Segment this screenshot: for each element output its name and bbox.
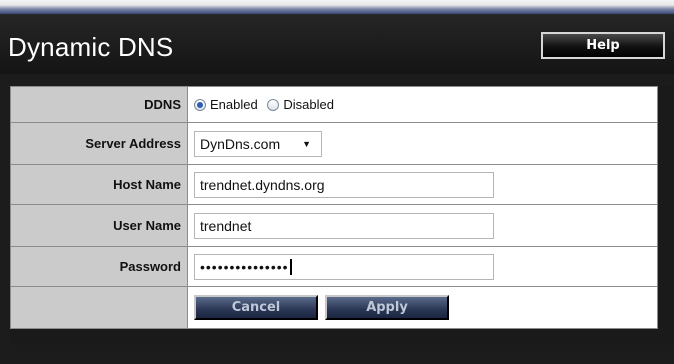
ddns-settings-form: DDNS Enabled Disabled Server Address Dyn…: [10, 86, 658, 329]
server-address-value: DynDns.com: [200, 135, 281, 152]
server-address-select[interactable]: DynDns.com ▼: [194, 130, 322, 157]
ddns-enabled-label[interactable]: Enabled: [210, 97, 258, 112]
password-label: Password: [10, 246, 188, 287]
password-input[interactable]: •••••••••••••••: [194, 253, 494, 280]
user-name-field: [187, 204, 658, 247]
page-header: Dynamic DNS Help: [0, 14, 674, 74]
ddns-row: DDNS Enabled Disabled: [10, 86, 658, 123]
ddns-disabled-radio[interactable]: [267, 99, 280, 111]
ddns-disabled-label[interactable]: Disabled: [283, 97, 334, 112]
server-address-field: DynDns.com ▼: [187, 122, 658, 165]
actions-field: Cancel Apply: [187, 286, 658, 329]
apply-button[interactable]: Apply: [325, 295, 449, 320]
page-title: Dynamic DNS: [8, 32, 174, 62]
help-button[interactable]: Help: [541, 32, 665, 59]
ddns-field: Enabled Disabled: [187, 86, 658, 123]
host-name-input[interactable]: [194, 171, 494, 198]
user-name-label: User Name: [10, 204, 188, 247]
chevron-down-icon: ▼: [302, 138, 311, 149]
user-name-input[interactable]: [194, 212, 494, 239]
server-address-row: Server Address DynDns.com ▼: [10, 122, 658, 165]
host-name-label: Host Name: [10, 164, 188, 205]
window-top-bar: [0, 0, 674, 14]
ddns-enabled-radio[interactable]: [194, 99, 206, 111]
ddns-label: DDNS: [10, 86, 188, 123]
server-address-label: Server Address: [10, 122, 188, 165]
actions-label-cell: [10, 286, 188, 329]
cancel-button[interactable]: Cancel: [194, 295, 318, 320]
host-name-field: [187, 164, 658, 205]
user-name-row: User Name: [10, 204, 658, 247]
text-cursor: [289, 258, 292, 275]
actions-row: Cancel Apply: [10, 286, 658, 329]
password-masked-value: •••••••••••••••: [200, 258, 289, 275]
host-name-row: Host Name: [10, 164, 658, 205]
password-field: •••••••••••••••: [187, 246, 658, 287]
password-row: Password •••••••••••••••: [10, 246, 658, 287]
